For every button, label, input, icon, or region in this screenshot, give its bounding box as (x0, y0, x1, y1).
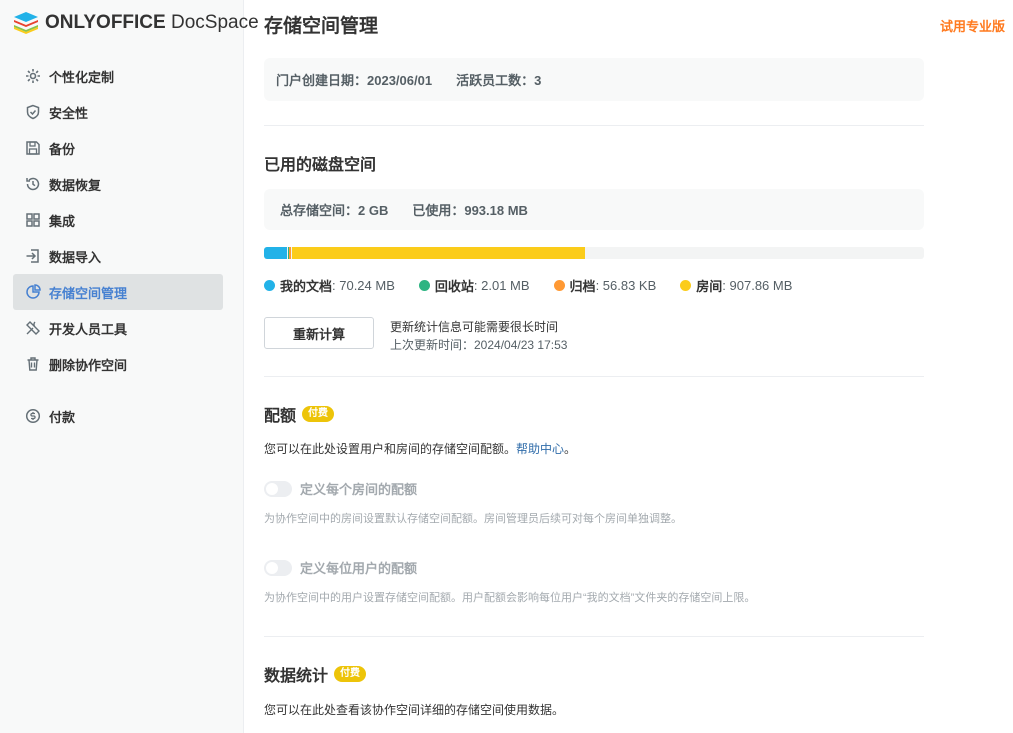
portal-creation-date: 门户创建日期：2023/06/01 (276, 73, 433, 88)
legend-item-archive: 归档: 56.83 KB (553, 276, 656, 295)
sidebar-item-data-import[interactable]: 数据导入 (13, 238, 223, 274)
sidebar-item-label: 备份 (49, 141, 76, 157)
legend-dot (553, 280, 565, 291)
logo-light-text: DocSpace (165, 12, 259, 33)
sidebar-item-label: 个性化定制 (49, 69, 115, 85)
settings-nav: 个性化定制 安全性 备份 数据恢复 集成 数据导入 存储空间管理 开发人员工具 … (13, 58, 223, 434)
sidebar-item-integration[interactable]: 集成 (13, 202, 223, 238)
paid-badge: 付费 (302, 406, 335, 422)
legend-dot (680, 280, 692, 291)
onlyoffice-logo-icon (14, 12, 38, 34)
help-center-link[interactable]: 帮助中心 (516, 442, 564, 456)
sidebar-item-backup[interactable]: 备份 (13, 130, 223, 166)
divider (264, 636, 924, 637)
user-quota-toggle[interactable] (264, 559, 292, 576)
quota-section-title: 配额 付费 (264, 402, 335, 426)
room-quota-toggle-row: 定义每个房间的配额 (264, 479, 417, 498)
divider (264, 125, 924, 126)
page-title: 存储空间管理 (264, 16, 379, 37)
sidebar-item-label: 存储空间管理 (49, 285, 128, 301)
recalculate-button[interactable]: 重新计算 (264, 317, 374, 349)
legend-item-rooms: 房间: 907.86 MB (680, 276, 792, 295)
grid-icon (24, 211, 42, 229)
shield-icon (24, 103, 42, 121)
sidebar-item-delete-docspace[interactable]: 删除协作空间 (13, 346, 223, 382)
sidebar-item-label: 数据导入 (49, 249, 102, 265)
total-storage: 总存储空间：2 GB (280, 203, 389, 218)
user-quota-hint: 为协作空间中的用户设置存储空间配额。用户配额会影响每位用户“我的文档”文件夹的存… (264, 592, 756, 604)
used-storage: 已使用：993.18 MB (412, 203, 528, 218)
legend-item-trash: 回收站: 2.01 MB (418, 276, 530, 295)
dollar-icon (24, 407, 42, 425)
statistics-description: 您可以在此处查看该协作空间详细的存储空间使用数据。 (264, 703, 565, 717)
gear-icon (24, 67, 42, 85)
sidebar-item-label: 安全性 (49, 105, 89, 121)
disk-space-title: 已用的磁盘空间 (264, 157, 377, 174)
sidebar-item-storage-management[interactable]: 存储空间管理 (13, 274, 223, 310)
room-quota-hint: 为协作空间中的房间设置默认存储空间配额。房间管理员后续可对每个房间单独调整。 (264, 513, 682, 525)
legend-item-my-documents: 我的文档: 70.24 MB (264, 276, 395, 295)
legend-dot (264, 280, 275, 291)
bar-segment-archive (289, 247, 292, 259)
legend-dot (418, 280, 430, 291)
storage-icon (24, 283, 42, 301)
tools-icon (24, 319, 42, 337)
logo[interactable]: ONLYOFFICE DocSpace (13, 11, 259, 35)
paid-badge: 付费 (334, 666, 367, 682)
history-icon (24, 175, 42, 193)
sidebar-item-security[interactable]: 安全性 (13, 94, 223, 130)
divider (264, 376, 924, 377)
bar-segment-trash (287, 247, 289, 259)
sidebar-item-label: 集成 (49, 213, 76, 229)
user-quota-label: 定义每位用户的配额 (300, 561, 418, 576)
trash-icon (24, 355, 42, 373)
sidebar-item-payment[interactable]: 付款 (13, 398, 223, 434)
room-quota-toggle[interactable] (264, 480, 292, 497)
import-icon (24, 247, 42, 265)
storage-legend: 我的文档: 70.24 MB 回收站: 2.01 MB 归档: 56.83 KB… (264, 276, 816, 295)
quota-description: 您可以在此处设置用户和房间的存储空间配额。帮助中心。 (264, 442, 577, 456)
save-icon (24, 139, 42, 157)
logo-bold-text: ONLYOFFICE (45, 12, 166, 33)
sidebar-item-restore[interactable]: 数据恢复 (13, 166, 223, 202)
user-quota-toggle-row: 定义每位用户的配额 (264, 558, 417, 577)
room-quota-label: 定义每个房间的配额 (300, 482, 418, 497)
sidebar-item-label: 数据恢复 (49, 177, 102, 193)
try-business-link[interactable]: 试用专业版 (940, 16, 1005, 35)
sidebar-item-label: 删除协作空间 (49, 357, 128, 373)
sidebar-item-label: 开发人员工具 (49, 321, 128, 337)
storage-summary-box: 总存储空间：2 GB 已使用：993.18 MB (264, 189, 924, 230)
sidebar-item-customization[interactable]: 个性化定制 (13, 58, 223, 94)
portal-info-box: 门户创建日期：2023/06/01 活跃员工数：3 (264, 58, 924, 101)
bar-segment-my-documents (264, 247, 287, 259)
statistics-section-title: 数据统计 付费 (264, 662, 367, 686)
recalculate-note: 更新统计信息可能需要很长时间 (390, 320, 559, 334)
last-update-time: 上次更新时间：2024/04/23 17:53 (390, 338, 568, 352)
storage-usage-bar (264, 247, 924, 259)
sidebar-item-label: 付款 (49, 409, 76, 425)
sidebar: ONLYOFFICE DocSpace 个性化定制 安全性 备份 数据恢复 集成… (0, 0, 259, 733)
sidebar-item-developer-tools[interactable]: 开发人员工具 (13, 310, 223, 346)
active-users-count: 活跃员工数：3 (456, 73, 542, 88)
bar-segment-rooms (292, 247, 585, 259)
